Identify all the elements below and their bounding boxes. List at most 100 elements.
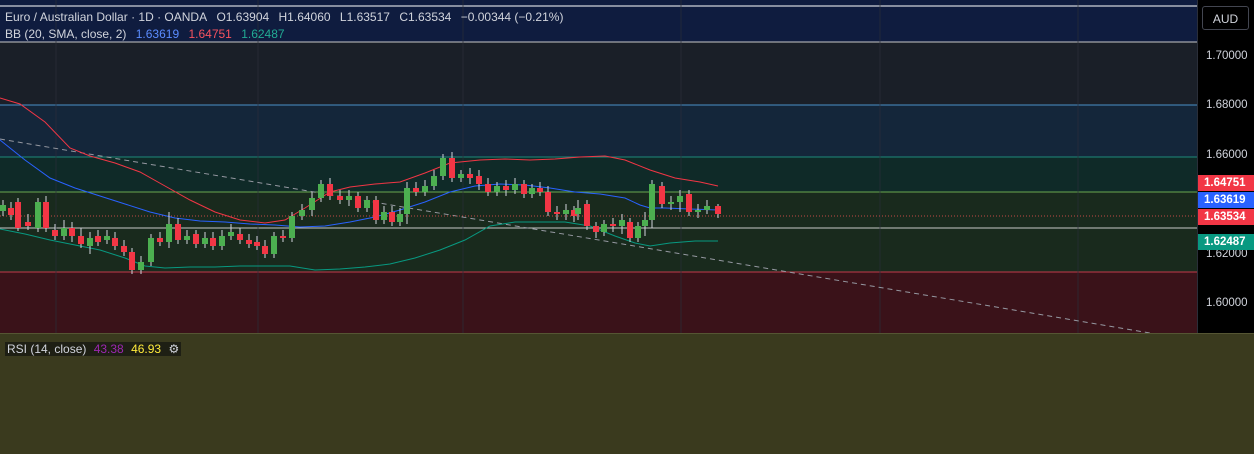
candle-body bbox=[318, 184, 324, 198]
zone-blue bbox=[0, 42, 1197, 105]
price-tick-3: 1.66000 bbox=[1206, 149, 1248, 161]
rsi-pane[interactable]: RSI (14, close) 43.38 46.93 ⚙ bbox=[0, 333, 1254, 454]
candle-body bbox=[299, 210, 305, 216]
candle-body bbox=[627, 222, 633, 238]
candle-body bbox=[529, 188, 535, 194]
candle-body bbox=[52, 230, 58, 236]
candle-body bbox=[649, 184, 655, 220]
candle-body bbox=[601, 224, 607, 232]
candle-body bbox=[635, 226, 641, 238]
rsi-value-2: 46.93 bbox=[131, 342, 162, 356]
bb-upper-price-tag: 1.64751 bbox=[1198, 175, 1254, 191]
candle-body bbox=[554, 212, 560, 214]
candle-body bbox=[677, 196, 683, 202]
candle-body bbox=[449, 158, 455, 178]
bb-label[interactable]: BB (20, SMA, close, 2) bbox=[5, 27, 126, 41]
candle-body bbox=[494, 186, 500, 192]
price-tick-1: 1.70000 bbox=[1206, 50, 1248, 62]
candle-body bbox=[458, 174, 464, 178]
symbol-interval[interactable]: 1D bbox=[138, 10, 153, 24]
candle-body bbox=[148, 238, 154, 262]
price-axis[interactable]: AUD 1.70000 1.68000 1.66000 1.62000 1.60… bbox=[1197, 0, 1254, 333]
candle-body bbox=[512, 184, 518, 190]
candle-body bbox=[280, 236, 286, 238]
candle-body bbox=[440, 158, 446, 176]
close-price-tag: 1.63534 bbox=[1198, 209, 1254, 225]
symbol-name[interactable]: Euro / Australian Dollar bbox=[5, 10, 128, 24]
symbol-legend[interactable]: Euro / Australian Dollar · 1D · OANDA O1… bbox=[5, 10, 569, 24]
candle-body bbox=[138, 262, 144, 270]
candle-body bbox=[246, 240, 252, 244]
candle-body bbox=[228, 232, 234, 236]
candle-body bbox=[545, 192, 551, 212]
candle-body bbox=[104, 236, 110, 240]
candle-body bbox=[193, 234, 199, 244]
bb-basis-price-tag: 1.63619 bbox=[1198, 192, 1254, 208]
candle-body bbox=[563, 210, 569, 214]
bb-lower-price-tag: 1.62487 bbox=[1198, 234, 1254, 250]
candle-body bbox=[184, 236, 190, 240]
rsi-legend[interactable]: RSI (14, close) 43.38 46.93 ⚙ bbox=[5, 342, 182, 356]
candle-body bbox=[715, 206, 721, 214]
ohlc-open: O1.63904 bbox=[216, 10, 270, 24]
candle-body bbox=[668, 202, 674, 204]
bb-basis-value: 1.63619 bbox=[135, 27, 180, 41]
candle-body bbox=[593, 226, 599, 232]
legend-sep-2: · bbox=[153, 10, 165, 24]
candle-body bbox=[521, 184, 527, 194]
candle-body bbox=[355, 196, 361, 208]
symbol-exchange: OANDA bbox=[164, 10, 208, 24]
currency-button[interactable]: AUD bbox=[1202, 6, 1249, 30]
bb-legend[interactable]: BB (20, SMA, close, 2) 1.63619 1.64751 1… bbox=[5, 27, 291, 41]
candle-body bbox=[476, 176, 482, 184]
candle-body bbox=[8, 208, 14, 215]
rsi-label[interactable]: RSI (14, close) bbox=[7, 342, 86, 356]
candle-body bbox=[413, 188, 419, 192]
candle-body bbox=[575, 208, 581, 214]
candle-body bbox=[175, 224, 181, 240]
bb-upper-value: 1.64751 bbox=[188, 27, 232, 41]
candle-body bbox=[95, 236, 101, 242]
candle-body bbox=[87, 238, 93, 246]
bb-lower-value: 1.62487 bbox=[241, 27, 285, 41]
price-chart[interactable] bbox=[0, 0, 1197, 333]
candle-body bbox=[686, 194, 692, 212]
candle-body bbox=[537, 188, 543, 192]
candle-body bbox=[327, 184, 333, 196]
ohlc-low: L1.63517 bbox=[339, 10, 390, 24]
candle-body bbox=[404, 188, 410, 214]
candle-body bbox=[78, 236, 84, 244]
candle-body bbox=[15, 202, 21, 228]
candle-body bbox=[431, 176, 437, 186]
candle-body bbox=[112, 238, 118, 246]
chart-area[interactable]: Euro / Australian Dollar · 1D · OANDA O1… bbox=[0, 0, 1197, 333]
candle-body bbox=[166, 224, 172, 242]
candle-body bbox=[289, 216, 295, 238]
candle-body bbox=[695, 210, 701, 212]
price-tick-5: 1.60000 bbox=[1206, 297, 1248, 309]
candle-body bbox=[659, 186, 665, 204]
candle-body bbox=[389, 212, 395, 222]
candle-body bbox=[69, 228, 75, 236]
candle-body bbox=[642, 220, 648, 226]
price-tick-2: 1.68000 bbox=[1206, 99, 1248, 111]
candle-body bbox=[121, 246, 127, 252]
candle-body bbox=[43, 202, 49, 228]
candle-body bbox=[271, 236, 277, 254]
candle-body bbox=[397, 214, 403, 222]
candle-body bbox=[619, 220, 625, 226]
candle-body bbox=[485, 184, 491, 192]
candle-body bbox=[61, 228, 67, 236]
candle-body bbox=[202, 238, 208, 244]
candle-body bbox=[0, 205, 6, 211]
candle-body bbox=[25, 222, 31, 226]
zone-red bbox=[0, 272, 1197, 333]
candle-body bbox=[364, 200, 370, 208]
candle-body bbox=[704, 206, 710, 210]
candle-body bbox=[584, 204, 590, 226]
candle-body bbox=[503, 186, 509, 190]
candle-body bbox=[35, 202, 41, 228]
rsi-value-1: 43.38 bbox=[93, 342, 124, 356]
zone-dark-blue bbox=[0, 105, 1197, 157]
rsi-settings-icon[interactable]: ⚙ bbox=[168, 342, 179, 356]
